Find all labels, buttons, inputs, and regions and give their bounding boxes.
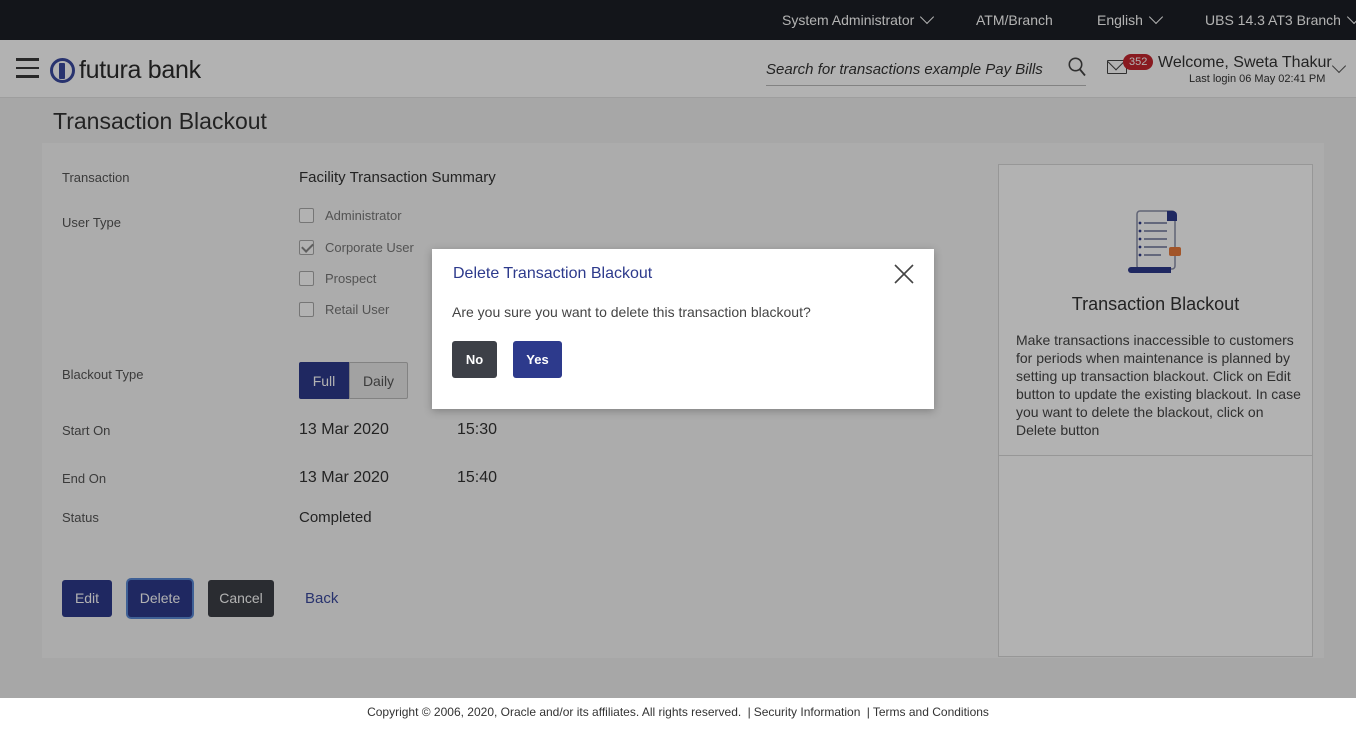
delete-confirm-dialog: Delete Transaction Blackout Are you sure… — [432, 249, 934, 409]
yes-button[interactable]: Yes — [513, 341, 562, 378]
no-button[interactable]: No — [452, 341, 497, 378]
close-icon[interactable] — [893, 263, 915, 285]
copyright-text: Copyright © 2006, 2020, Oracle and/or it… — [367, 705, 742, 719]
footer-separator: | — [747, 705, 751, 719]
footer-separator: | — [866, 705, 870, 719]
dialog-title: Delete Transaction Blackout — [453, 265, 653, 282]
footer: Copyright © 2006, 2020, Oracle and/or it… — [0, 698, 1356, 729]
terms-link[interactable]: Terms and Conditions — [873, 705, 989, 719]
security-information-link[interactable]: Security Information — [754, 705, 861, 719]
dialog-message: Are you sure you want to delete this tra… — [452, 304, 811, 320]
